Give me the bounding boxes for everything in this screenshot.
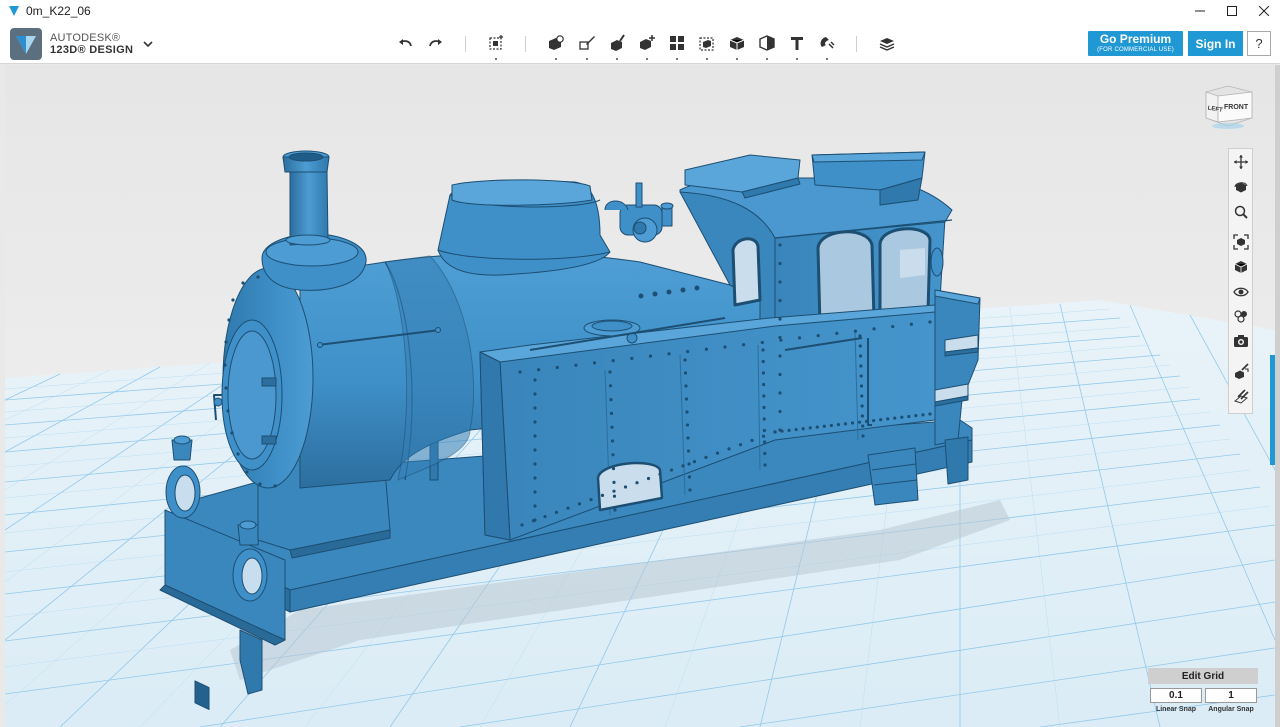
- material-icon: [879, 38, 895, 51]
- snap-tool-button[interactable]: [1231, 361, 1251, 381]
- app-logo[interactable]: AUTODESK® 123D® DESIGN: [10, 28, 133, 60]
- materials-outlines-button[interactable]: [1231, 306, 1251, 326]
- autodesk-logo-icon: [10, 28, 42, 60]
- redo-button[interactable]: [423, 31, 447, 55]
- modify-icon: [640, 35, 655, 50]
- angular-snap-input[interactable]: 1: [1205, 688, 1257, 703]
- angular-snap-label: Angular Snap: [1208, 706, 1254, 713]
- window-titlebar: 0m_K22_06: [0, 0, 1280, 22]
- modify-button[interactable]: [635, 31, 659, 60]
- app-window: 0m_K22_06 AUTODESK® 123D® DESIGN Go Prem…: [0, 0, 1280, 727]
- help-button[interactable]: ?: [1247, 31, 1271, 56]
- toolbar-divider: [465, 36, 466, 52]
- maximize-icon[interactable]: [1216, 0, 1248, 22]
- text-button[interactable]: [785, 31, 809, 60]
- grid-panel: Edit Grid 0.1 1 Linear Snap Angular Snap: [1148, 668, 1258, 720]
- zoom-button[interactable]: [1231, 202, 1251, 222]
- product-name: 123D® DESIGN: [50, 44, 134, 56]
- snap-tool-icon: [1235, 363, 1249, 379]
- snap-button[interactable]: [815, 31, 839, 60]
- visibility-icon: [1233, 287, 1249, 297]
- snap-icon: [820, 37, 835, 49]
- grouping-button[interactable]: [695, 31, 719, 60]
- transform-icon: [489, 35, 503, 50]
- transform-button[interactable]: [484, 31, 508, 60]
- measure-button[interactable]: [755, 31, 779, 60]
- screenshot-icon: [1234, 335, 1248, 347]
- undo-icon: [399, 39, 412, 47]
- orbit-button[interactable]: [1231, 177, 1251, 197]
- materials-outlines-icon: [1234, 310, 1247, 323]
- app-icon: [9, 6, 19, 16]
- material-button[interactable]: [875, 31, 899, 55]
- brand-name: AUTODESK®: [50, 32, 121, 44]
- construct-button[interactable]: [605, 31, 629, 60]
- grouping-icon: [699, 37, 714, 51]
- close-icon[interactable]: [1248, 0, 1280, 22]
- main-toolbar: AUTODESK® 123D® DESIGN Go Premium (FOR C…: [0, 22, 1280, 64]
- toolbar-divider: [856, 36, 857, 52]
- measure-icon: [759, 35, 775, 51]
- linear-snap-input[interactable]: 0.1: [1150, 688, 1202, 703]
- go-premium-button[interactable]: Go Premium (FOR COMMERCIAL USE): [1088, 31, 1183, 56]
- pan-button[interactable]: [1231, 152, 1251, 172]
- pan-icon: [1234, 155, 1248, 169]
- screenshot-button[interactable]: [1231, 331, 1251, 351]
- navigation-toolbar: [1228, 148, 1253, 414]
- minimize-icon[interactable]: [1184, 0, 1216, 22]
- grid-settings-icon: [1233, 389, 1249, 404]
- pattern-icon: [670, 36, 684, 50]
- toolbar-divider: [525, 36, 526, 52]
- redo-icon: [429, 39, 442, 47]
- combine-button[interactable]: [725, 31, 749, 60]
- fit-button[interactable]: [1231, 232, 1251, 252]
- sketch-button[interactable]: [575, 31, 599, 60]
- chevron-down-icon[interactable]: [141, 37, 155, 51]
- sketch-icon: [579, 36, 595, 50]
- sign-in-button[interactable]: Sign In: [1188, 31, 1243, 56]
- pattern-button[interactable]: [665, 31, 689, 60]
- view-cube-front[interactable]: FRONT: [1224, 104, 1249, 111]
- go-premium-sublabel: (FOR COMMERCIAL USE): [1097, 47, 1174, 53]
- combine-icon: [729, 37, 745, 50]
- 3d-viewport[interactable]: LEFT FRONT Edit Grid 0.1 1 Linear Snap A…: [5, 65, 1275, 727]
- orbit-icon: [1234, 182, 1248, 193]
- 3d-scene[interactable]: [5, 65, 1275, 727]
- zoom-icon: [1234, 205, 1248, 219]
- construct-icon: [611, 34, 625, 51]
- edit-grid-button[interactable]: Edit Grid: [1148, 668, 1258, 684]
- undo-button[interactable]: [394, 31, 418, 55]
- view-mode-icon: [1234, 261, 1248, 273]
- document-title: 0m_K22_06: [26, 4, 91, 18]
- go-premium-label: Go Premium: [1099, 32, 1172, 46]
- grid-settings-button[interactable]: [1231, 387, 1251, 407]
- fit-icon: [1233, 234, 1249, 250]
- view-mode-button[interactable]: [1231, 257, 1251, 277]
- view-cube[interactable]: LEFT FRONT: [1198, 80, 1258, 132]
- right-edge-strip: [1275, 65, 1280, 727]
- primitives-button[interactable]: [544, 31, 568, 60]
- linear-snap-label: Linear Snap: [1155, 706, 1197, 713]
- cab-front-window: [732, 238, 761, 306]
- cab-steps: [867, 447, 919, 506]
- visibility-button[interactable]: [1231, 282, 1251, 302]
- primitives-icon: [549, 35, 564, 50]
- text-icon: [791, 37, 803, 50]
